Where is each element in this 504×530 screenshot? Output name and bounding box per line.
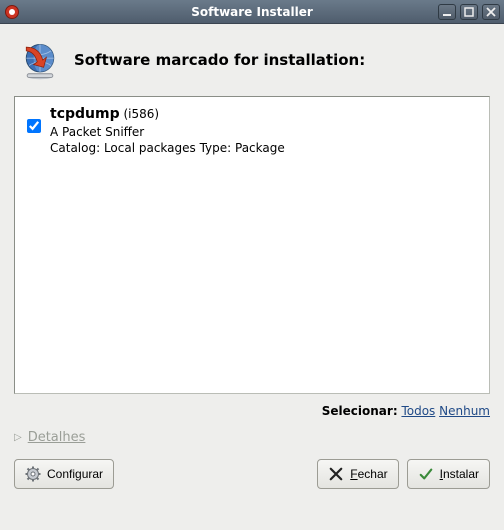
titlebar[interactable]: Software Installer (0, 0, 504, 24)
globe-arrow-icon (18, 38, 62, 82)
close-button[interactable]: Fechar (317, 459, 398, 489)
window-body: Software marcado for installation: tcpdu… (0, 24, 504, 530)
package-description: A Packet Sniffer (50, 124, 285, 140)
package-list[interactable]: tcpdump (i586) A Packet Sniffer Catalog:… (14, 96, 490, 394)
select-none-link[interactable]: Nenhum (439, 404, 490, 418)
configure-button[interactable]: Configurar (14, 459, 114, 489)
configure-label: Configurar (47, 467, 103, 481)
check-icon (418, 466, 434, 482)
details-label: Detalhes (28, 430, 86, 445)
install-label: Instalar (440, 467, 479, 481)
package-item[interactable]: tcpdump (i586) A Packet Sniffer Catalog:… (23, 103, 481, 158)
chevron-right-icon: ▷ (14, 432, 22, 443)
package-title-line: tcpdump (i586) (50, 105, 285, 124)
gear-icon (25, 466, 41, 482)
select-label: Selecionar: (322, 404, 398, 418)
package-arch: (i586) (123, 107, 159, 121)
close-icon (328, 466, 344, 482)
package-checkbox[interactable] (27, 119, 41, 133)
details-expander[interactable]: ▷ Detalhes (14, 430, 490, 445)
maximize-button[interactable] (460, 4, 478, 20)
header-text: Software marcado for installation: (74, 51, 365, 69)
select-row: Selecionar: Todos Nenhum (14, 404, 490, 418)
button-row: Configurar Fechar Instalar (14, 459, 490, 489)
right-buttons: Fechar Instalar (317, 459, 490, 489)
window-title: Software Installer (0, 5, 504, 19)
package-name: tcpdump (50, 106, 120, 122)
window-controls (438, 4, 500, 20)
header: Software marcado for installation: (14, 38, 490, 82)
install-button[interactable]: Instalar (407, 459, 490, 489)
close-window-button[interactable] (482, 4, 500, 20)
app-icon (4, 4, 20, 20)
close-label: Fechar (350, 467, 387, 481)
minimize-button[interactable] (438, 4, 456, 20)
select-all-link[interactable]: Todos (401, 404, 435, 418)
package-meta: Catalog: Local packages Type: Package (50, 140, 285, 156)
package-texts: tcpdump (i586) A Packet Sniffer Catalog:… (50, 105, 285, 156)
